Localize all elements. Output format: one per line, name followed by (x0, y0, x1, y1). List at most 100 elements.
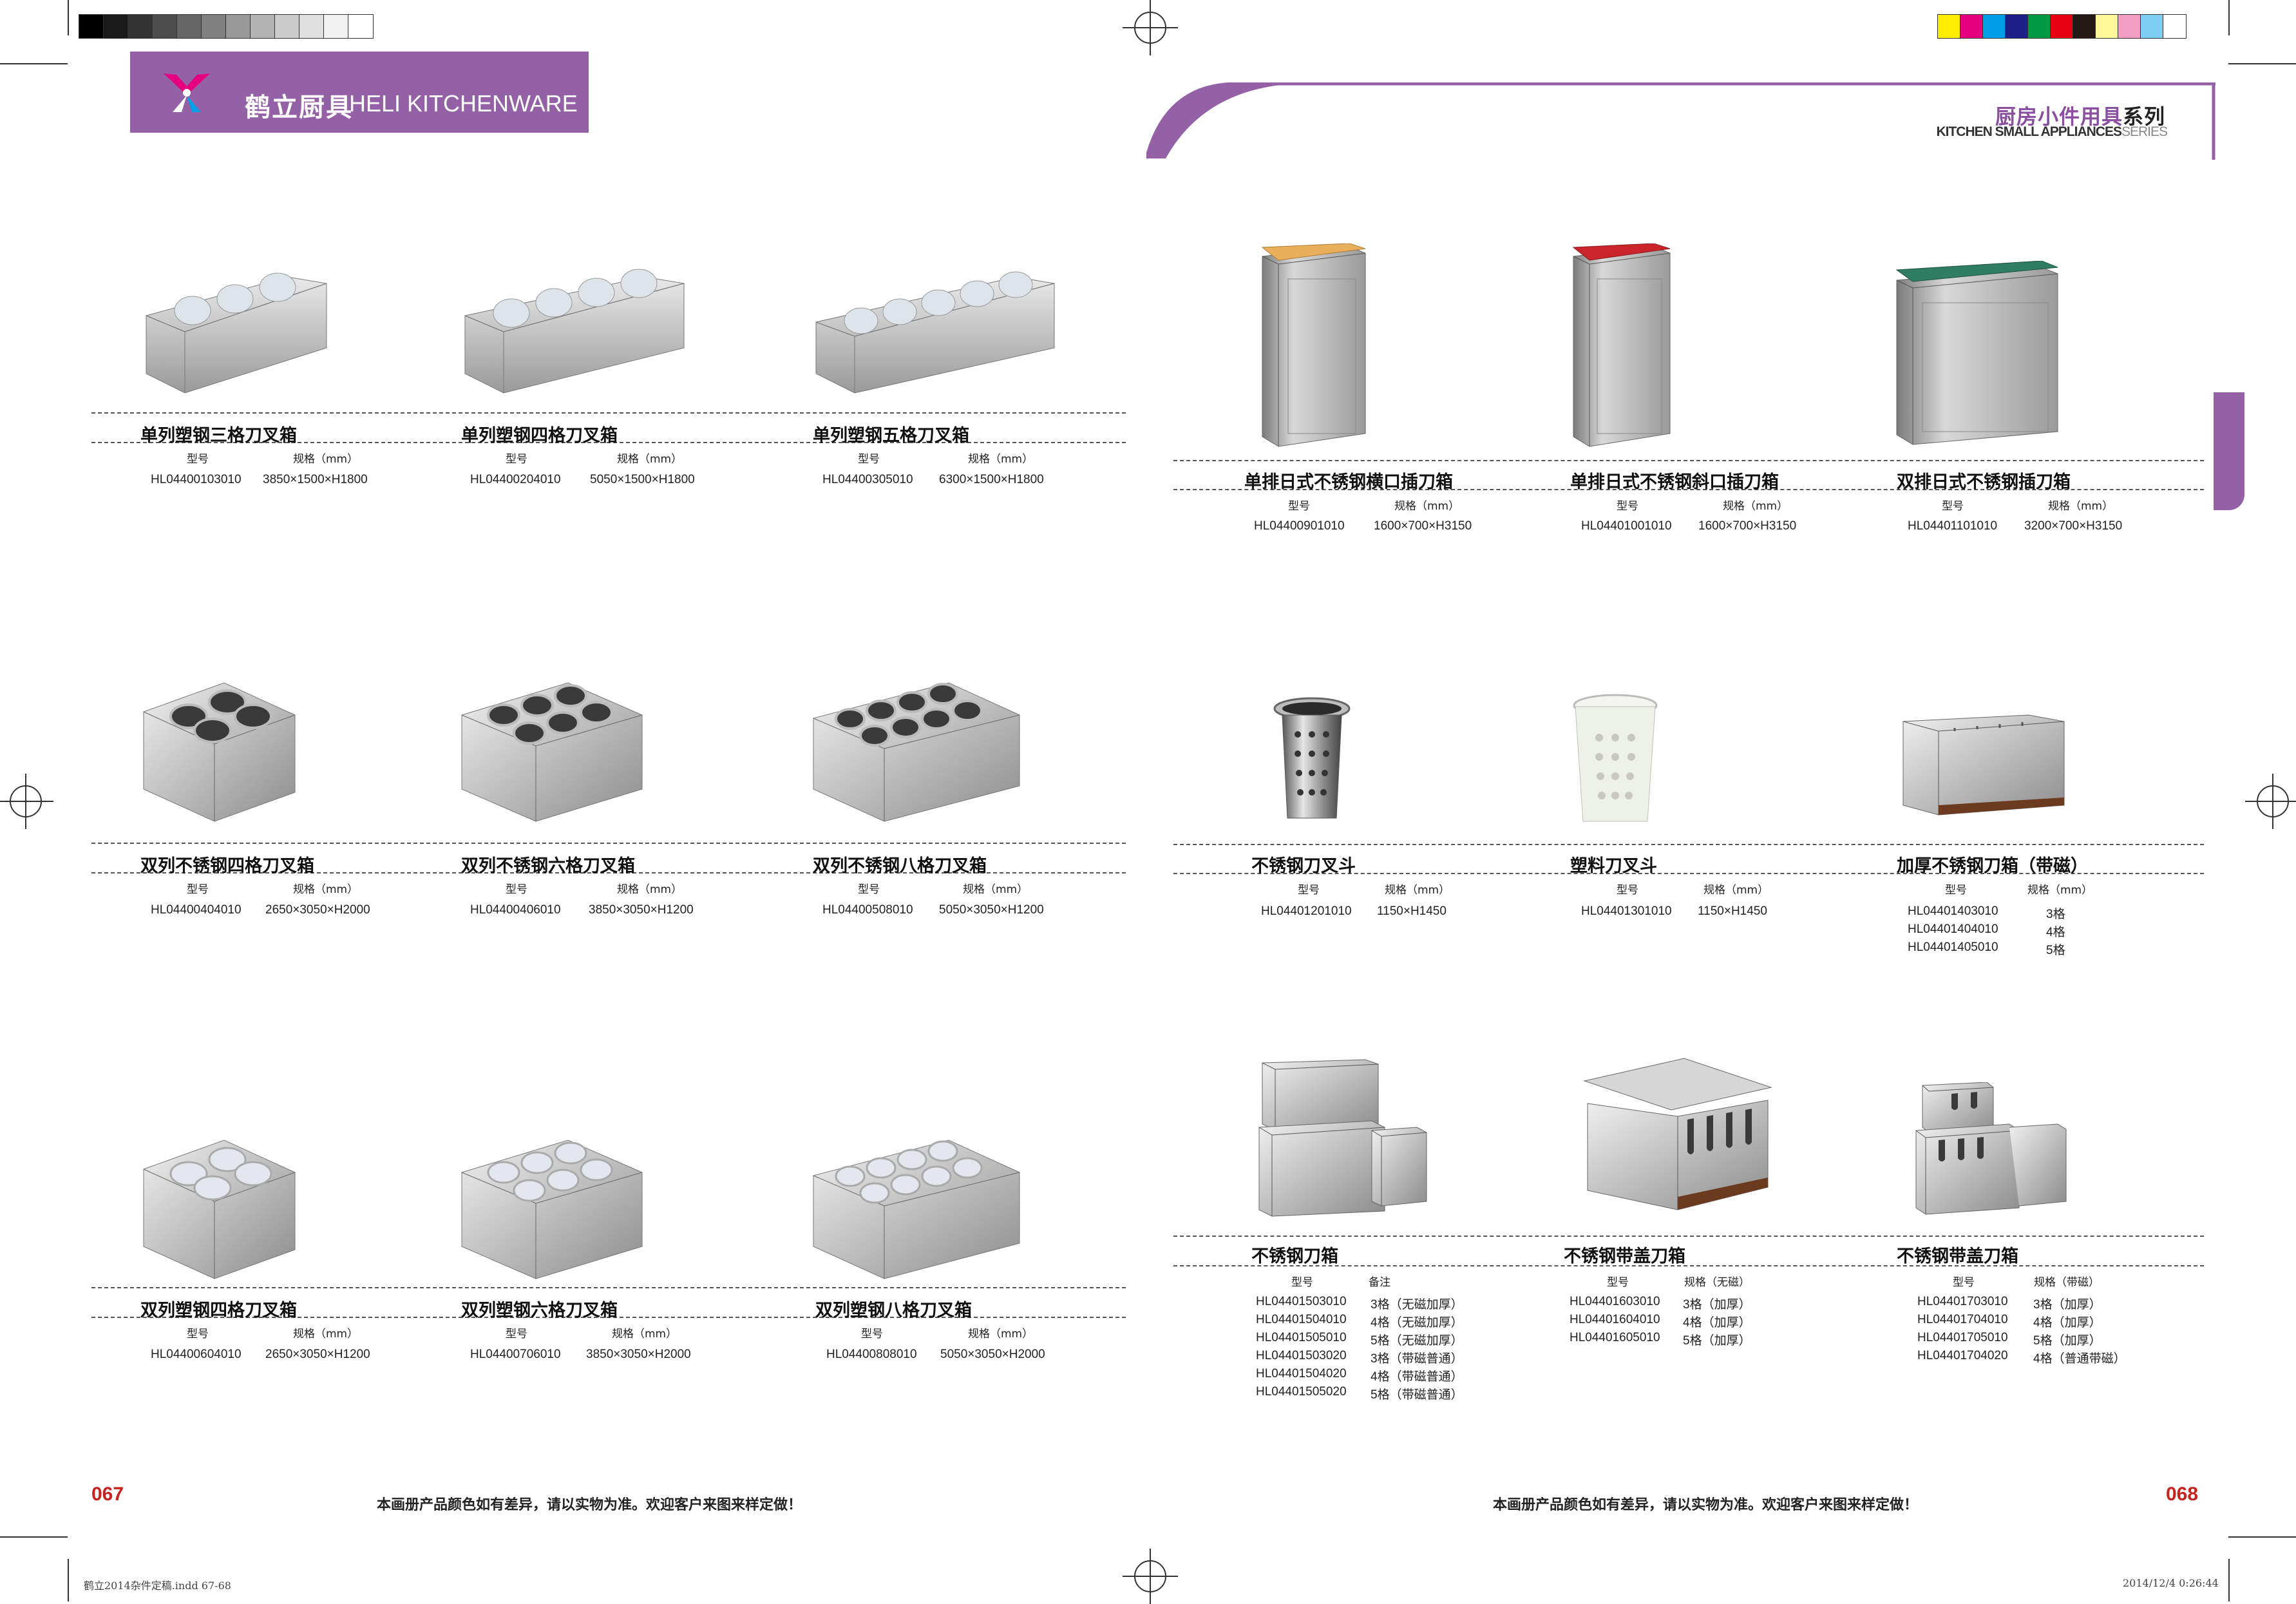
spec-header: 规格（mm） (1385, 884, 1450, 897)
cutlery-holder-steel-6-grid-image (461, 682, 643, 822)
model-header: 型号 (1942, 500, 1964, 513)
spec-value: 2650×3050×H2000 (265, 903, 370, 917)
product-name: 双列不锈钢四格刀叉箱 (140, 856, 314, 876)
product-name: 双列塑钢六格刀叉箱 (461, 1301, 618, 1321)
model-header: 型号 (506, 1328, 527, 1341)
spec-value: 4格 (2046, 926, 2065, 939)
spec-value: 1150×H1450 (1377, 904, 1447, 918)
gray-swatch (128, 14, 153, 39)
model-header: 型号 (861, 1328, 883, 1341)
product-name: 不锈钢带盖刀箱 (1897, 1246, 2018, 1266)
knife-box-steel-image (1258, 1059, 1427, 1217)
spec-header: 备注 (1369, 1276, 1390, 1289)
model-header: 型号 (187, 883, 209, 896)
spec-value: 5格（无磁加厚） (1371, 1334, 1463, 1348)
model-number: HL04400305010 (822, 473, 913, 486)
cutlery-holder-steel-8-grid-image (813, 682, 1020, 822)
gray-swatch (103, 14, 129, 39)
model-header: 型号 (187, 453, 209, 466)
knife-box-magnetic-image (1902, 714, 2065, 816)
model-number: HL04401504020 (1256, 1367, 1347, 1380)
color-swatch (1937, 14, 1961, 39)
spec-value: 3格（无磁加厚） (1371, 1298, 1463, 1312)
spec-value: 5格（加厚） (2033, 1334, 2102, 1348)
model-number: HL04400406010 (470, 903, 561, 917)
spec-header: 规格（mm） (1394, 500, 1460, 513)
spec-value: 1600×700×H3150 (1698, 519, 1797, 533)
spec-value: 3200×700×H3150 (2024, 519, 2123, 533)
brand-name-en: HELI KITCHENWARE (349, 90, 578, 117)
spec-value: 5格（加厚） (1683, 1334, 1751, 1348)
model-header: 型号 (506, 883, 527, 896)
product-name: 双排日式不锈钢插刀箱 (1897, 472, 2071, 492)
color-swatch (2073, 14, 2096, 39)
product-name: 双列塑钢四格刀叉箱 (140, 1301, 297, 1321)
model-number: HL04401405010 (1908, 940, 1998, 954)
registration-mark (1123, 1549, 1178, 1604)
spec-header: 规格（mm） (963, 883, 1029, 896)
spec-value: 5050×1500×H1800 (590, 473, 695, 486)
spec-value: 3850×3050×H1200 (589, 903, 694, 917)
footer-note-left: 本画册产品颜色如有差异，请以实物为准。欢迎客户来图来样定做！ (377, 1497, 802, 1513)
spec-value: 5050×3050×H2000 (940, 1348, 1045, 1361)
color-swatch (2005, 14, 2029, 39)
product-name: 单排日式不锈钢斜口插刀箱 (1570, 472, 1779, 492)
series-title-en: KITCHEN SMALL APPLIANCESSERIES (1936, 124, 2168, 140)
model-header: 型号 (858, 883, 880, 896)
side-tab (2214, 392, 2244, 510)
product-name: 塑料刀叉斗 (1570, 856, 1657, 876)
spec-value: 5格 (2046, 944, 2065, 957)
color-swatch (2140, 14, 2164, 39)
model-header: 型号 (1607, 1276, 1629, 1289)
model-number: HL04400103010 (151, 473, 242, 486)
spec-value: 4格（带磁普通） (1371, 1370, 1463, 1384)
product-name: 不锈钢带盖刀箱 (1564, 1246, 1685, 1266)
divider (91, 412, 1126, 414)
spec-header: 规格（mm） (2048, 500, 2114, 513)
spec-value: 3850×1500×H1800 (263, 473, 368, 486)
knife-box-lidded-image (1583, 1058, 1772, 1210)
model-number: HL04400508010 (822, 903, 913, 917)
model-number: HL04400808010 (826, 1348, 917, 1361)
spec-header: 规格（mm） (293, 883, 359, 896)
divider (1173, 460, 2204, 461)
spec-header: 规格（无磁） (1684, 1276, 1750, 1289)
product-name: 单列塑钢三格刀叉箱 (140, 426, 297, 446)
color-swatch (1982, 14, 2006, 39)
gray-swatch (274, 14, 300, 39)
model-number: HL04401704010 (1917, 1313, 2008, 1326)
model-header: 型号 (1953, 1276, 1975, 1289)
product-name: 单列塑钢四格刀叉箱 (461, 426, 618, 446)
gray-swatch (299, 14, 325, 39)
model-number: HL04400404010 (151, 903, 242, 917)
model-header: 型号 (1617, 884, 1638, 897)
knife-block-red-top-image (1572, 243, 1671, 447)
series-title-en-tail: SERIES (2121, 124, 2168, 139)
spec-value: 4格（无磁加厚） (1371, 1316, 1463, 1330)
slug-file-info: 鹤立2014杂件定稿.indd 67-68 (84, 1580, 231, 1592)
cutlery-holder-plastic-5-row-image (815, 271, 1055, 394)
spec-value: 2650×3050×H1200 (265, 1348, 370, 1361)
divider (1173, 1236, 2204, 1237)
brand-banner: 鹤立厨具 HELI KITCHENWARE (130, 52, 589, 133)
spec-value: 5格（带磁普通） (1371, 1388, 1463, 1402)
spec-header: 规格（mm） (1723, 500, 1788, 513)
model-header: 型号 (506, 453, 527, 466)
gray-swatch (348, 14, 374, 39)
gray-swatch (79, 14, 104, 39)
model-number: HL04400706010 (470, 1348, 561, 1361)
crop-mark (68, 1559, 69, 1601)
color-swatch (2050, 14, 2074, 39)
brand-name-cn: 鹤立厨具 (245, 93, 353, 122)
spec-header: 规格（mm） (617, 883, 683, 896)
model-number: HL04401404010 (1908, 922, 1998, 936)
cutlery-holder-plastic-6-grid-image (461, 1140, 643, 1279)
model-number: HL04400204010 (470, 473, 561, 486)
model-header: 型号 (1291, 1276, 1313, 1289)
crane-logo-icon (164, 73, 210, 112)
model-header: 型号 (1617, 500, 1638, 513)
product-name: 不锈钢刀叉斗 (1251, 856, 1356, 876)
cutlery-holder-plastic-3-row-image (146, 272, 327, 394)
knife-block-green-top-image (1895, 261, 2058, 445)
color-swatch (2118, 14, 2141, 39)
